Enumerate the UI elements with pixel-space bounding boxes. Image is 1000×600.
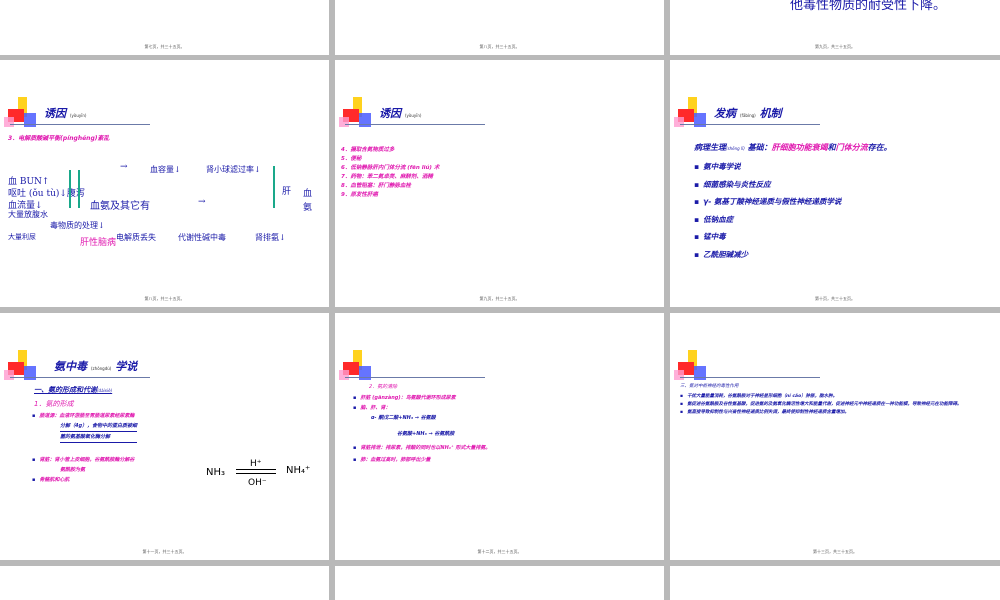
diagram-text: 肝: [282, 187, 292, 197]
list-item: 氨直接导致抑制性与兴奋性神经递质比例失调，最终使抑制性神经递质含量增加。: [680, 409, 980, 417]
slide-bullets: 肝脏 (gānzàng)：鸟氨酸代谢环形成尿素 脑、肝、肾： α- 酮戊二酸+N…: [353, 393, 490, 465]
list-item: 氨中毒学说: [694, 158, 841, 176]
list-item-cont: 氨酰胺为氨: [60, 467, 86, 473]
list-item: 干扰大量能量消耗，谷氨酰胺对于神经星形细胞（ní cǎo）肿胀，脑水肿。: [680, 393, 980, 401]
list-item: 骨骼肌和心肌: [32, 475, 137, 485]
slide-subtitle: 3．电解质酸碱平衡(pínghéng)紊乱: [8, 135, 110, 142]
section-heading: 三、氨对中枢神经的毒性作用: [680, 384, 739, 389]
slide-thumbnail-16[interactable]: [0, 566, 329, 600]
slide-bullets: 干扰大量能量消耗，谷氨酰胺对于神经星形细胞（ní cǎo）肿胀，脑水肿。 氨促进…: [680, 393, 980, 417]
list-item: 5．便秘: [341, 156, 362, 162]
list-item-cont: 分解（4g），食物中的蛋白质被细: [60, 421, 138, 432]
diagram-arrow: →: [120, 162, 128, 172]
diagram-text: 代谢性碱中毒: [178, 233, 226, 242]
slide-thumbnail-11[interactable]: 诱因 (yòuyīn) 4．摄取含氮物质过多 5．便秘 6．低钠静脉肝内门体分流 …: [335, 60, 664, 307]
diagram-text: 肝性脑病: [80, 238, 117, 248]
slide-lead: 病理生理(shēng lǐ) 基础：肝细胞功能衰竭和门体分流存在。: [694, 143, 892, 152]
bracket-line: [69, 170, 71, 208]
slide-logo: [4, 97, 150, 129]
slide-thumbnail-18[interactable]: [670, 566, 1000, 600]
slide-footer: 第九页，共三十五页。: [479, 296, 520, 301]
list-item: 脑、肝、肾：: [353, 403, 490, 413]
list-item: 6．低钠静脉肝内门体分流 (fēn liú) 术: [341, 165, 440, 171]
slide-title: 氨中毒 (zhòngdú) 学说: [54, 360, 138, 373]
equilibrium-arrow: [236, 469, 276, 470]
subsection-heading: 1．氨的形成: [34, 400, 74, 408]
slide-footer: 第七页，共三十五页。: [144, 44, 185, 49]
slide-footer: 第十一页，共三十五页。: [142, 549, 187, 554]
slide-thumbnail-7[interactable]: 第七页，共三十五页。: [0, 0, 329, 55]
slide-footer: 第八页，共三十五页。: [479, 44, 520, 49]
slide-bullets: 肠道源：血液环游肠至胃肠道尿素经尿素酶 分解（4g），食物中的蛋白质被细 菌的氨…: [32, 411, 138, 485]
equation-top: H⁺: [250, 459, 262, 469]
list-item: 4．摄取含氮物质过多: [341, 147, 395, 153]
diagram-text: 大量放腹水: [8, 210, 48, 219]
slide-thumbnail-8[interactable]: 第八页，共三十五页。: [335, 0, 664, 55]
diagram-text: 血容量↓: [150, 165, 181, 174]
list-item: γ- 氨基丁酸神经递质与假性神经递质学说: [694, 193, 841, 211]
diagram-text: 肾小球滤过率↓: [206, 165, 261, 174]
bracket-line: [273, 166, 275, 208]
equation-bottom: OH⁻: [248, 478, 267, 488]
slide-text: 他毒性物质的耐受性下降。: [790, 0, 947, 13]
slide-thumbnail-9[interactable]: 他毒性物质的耐受性下降。 第九页，共三十五页。: [670, 0, 1000, 55]
slide-bullets: 氨中毒学说 细菌感染与炎性反应 γ- 氨基丁酸神经递质与假性神经递质学说 低钠血…: [694, 158, 841, 263]
slide-footer: 第九页，共三十五页。: [815, 44, 855, 49]
slide-thumbnail-14[interactable]: 2．氨的清除 肝脏 (gānzàng)：鸟氨酸代谢环形成尿素 脑、肝、肾： α-…: [335, 313, 664, 560]
slide-logo: [4, 350, 150, 382]
diagram-text: 毒物质的处理↓: [50, 221, 105, 230]
section-heading: 一、氨的形成和代谢(dàixiè): [34, 386, 113, 394]
slide-thumbnail-13[interactable]: 氨中毒 (zhòngdú) 学说 一、氨的形成和代谢(dàixiè) 1．氨的形成…: [0, 313, 329, 560]
diagram-text: 电解质丢失: [116, 233, 156, 242]
equilibrium-arrow: [236, 473, 276, 474]
diagram-text: 肾排氨↓: [255, 233, 286, 242]
slide-footer: 第十页，共三十五页。: [815, 296, 855, 301]
slide-title: 诱因 (yòuyīn): [379, 107, 422, 120]
slide-footer: 第八页，共三十五页。: [144, 296, 185, 301]
bracket-line: [78, 170, 80, 208]
slide-thumbnail-17[interactable]: [335, 566, 664, 600]
diagram-text: 血氨及其它有: [90, 201, 150, 212]
slide-list: 4．摄取含氮物质过多 5．便秘 6．低钠静脉肝内门体分流 (fēn liú) 术…: [341, 146, 439, 200]
diagram-text: 大量利尿: [8, 233, 36, 241]
list-item: 肾脏：肾小管上皮细胞，谷氨酰胺酶分解谷: [32, 455, 137, 465]
list-item-cont: 菌的氨基酸氧化酶分解: [60, 432, 138, 443]
list-item: 低钠血症: [694, 211, 841, 229]
diagram-text: 血: [303, 189, 313, 199]
equation-left: NH₃: [206, 467, 226, 478]
slide-title: 发病 (fābìng) 机制: [714, 107, 782, 120]
list-item-cont: 谷氨酸+NH₃ → 谷氨酰胺: [397, 431, 455, 437]
slide-thumbnail-10[interactable]: 诱因 (yòuyīn) 3．电解质酸碱平衡(pínghéng)紊乱 血 BUN↑ …: [0, 60, 329, 307]
equation-right: NH₄⁺: [286, 465, 311, 476]
slide-logo: [339, 350, 485, 382]
slide-title: 诱因 (yòuyīn): [44, 107, 87, 120]
list-item: 细菌感染与炎性反应: [694, 176, 841, 194]
slide-logo: [339, 97, 485, 129]
slide-thumbnail-15[interactable]: 三、氨对中枢神经的毒性作用 干扰大量能量消耗，谷氨酰胺对于神经星形细胞（ní c…: [670, 313, 1000, 560]
list-item: 锰中毒: [694, 228, 841, 246]
slide-thumbnail-12[interactable]: 发病 (fābìng) 机制 病理生理(shēng lǐ) 基础：肝细胞功能衰竭和…: [670, 60, 1000, 307]
slide-footer: 第十三页，共三十五页。: [813, 549, 857, 554]
list-item: 肾脏排泄：排尿素，排酸的同时也以NH₄⁺ 形式大量排氨。: [353, 443, 490, 453]
diagram-arrow: →: [198, 197, 206, 207]
list-item-cont: α- 酮戊二酸+NH₃ → 谷氨酸: [371, 415, 436, 421]
diagram-text: 氨: [303, 203, 313, 213]
list-item: 肝脏 (gānzàng)：鸟氨酸代谢环形成尿素: [353, 393, 490, 403]
list-item: 氨促进谷氨酰胺及谷性氨基酸，促进氨的及氨氧化酶活性增大和能量代谢，促进神经元中神…: [680, 401, 980, 409]
section-heading: 2．氨的清除: [369, 384, 398, 390]
slide-logo: [674, 350, 820, 382]
slide-footer: 第十二页，共三十五页。: [477, 549, 522, 554]
slide-logo: [674, 97, 820, 129]
list-item: 肠道源：血液环游肠至胃肠道尿素经尿素酶: [32, 411, 137, 421]
list-item: 8．血管阻塞：肝门静脉血栓: [341, 183, 411, 189]
list-item: 乙酰胆碱减少: [694, 246, 841, 264]
list-item: 9．原发性肝癌: [341, 192, 378, 198]
list-item: 7．药物：苯二氮卓类、麻醉剂、酒精: [341, 174, 433, 180]
list-item: 肺：血氨过高时，肺部呼出少量: [353, 455, 490, 465]
